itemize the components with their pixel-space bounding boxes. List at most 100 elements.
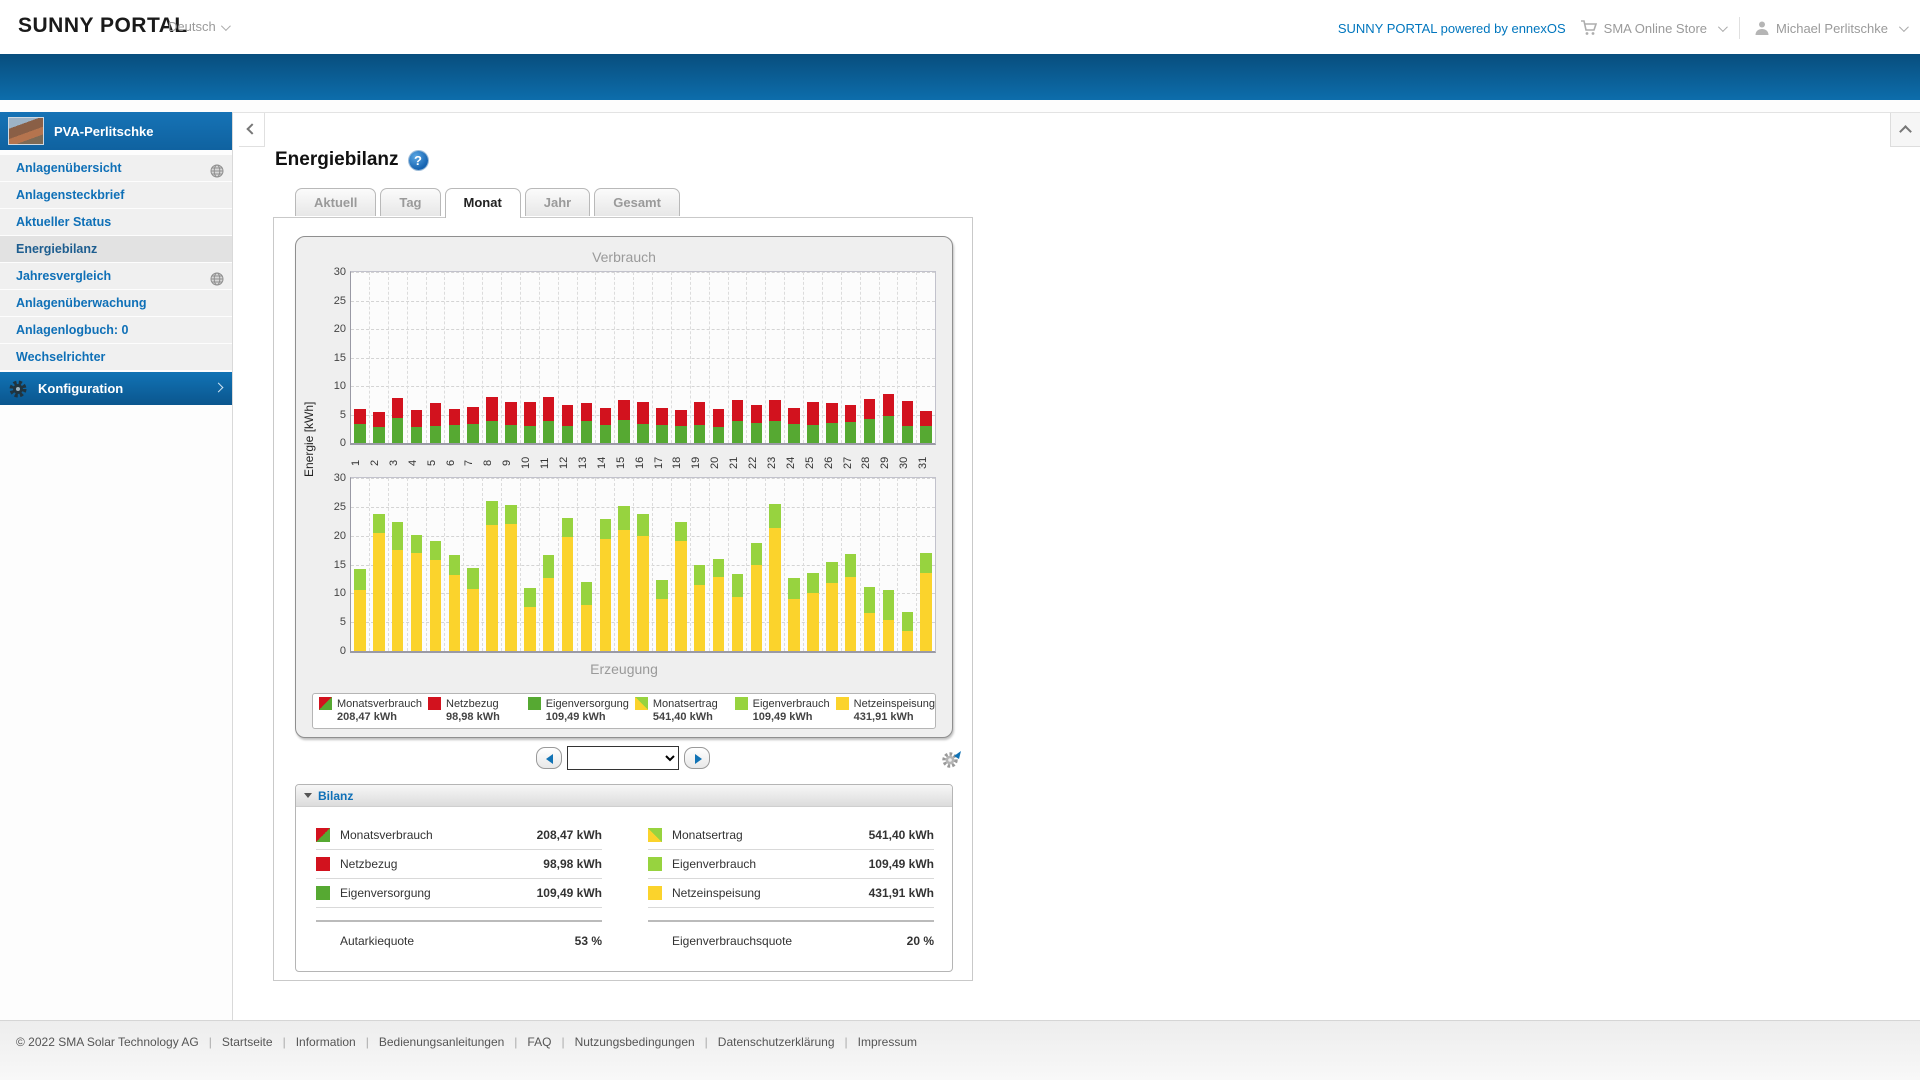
day-label: 26 <box>823 451 842 475</box>
sidebar-item-label: Anlagenlogbuch: 0 <box>16 323 129 337</box>
bar-segment-eigenverbrauch <box>354 569 365 590</box>
day-label: 27 <box>842 451 861 475</box>
help-icon[interactable]: ? <box>409 151 428 170</box>
day-column <box>369 478 388 651</box>
sidebar-item-anlagenlogbuch[interactable]: Anlagenlogbuch: 0 <box>0 317 232 343</box>
sidebar-item-label: Anlagenüberwachung <box>16 296 147 310</box>
day-column <box>463 478 482 651</box>
bilanz-header[interactable]: Bilanz <box>296 785 952 807</box>
divider: | <box>561 1035 564 1049</box>
day-column <box>577 478 596 651</box>
tab-monat[interactable]: Monat <box>445 188 521 218</box>
day-column <box>558 272 577 443</box>
day-column <box>388 272 407 443</box>
divider: | <box>366 1035 369 1049</box>
bilanz-swatch-green <box>316 886 330 900</box>
sidebar-item-konfiguration[interactable]: Konfiguration <box>0 372 232 405</box>
day-column <box>671 272 690 443</box>
bar-segment-eigenverbrauch <box>807 573 818 593</box>
bar-segment-eigenversorgung <box>524 426 535 443</box>
bar-segment-eigenversorgung <box>637 424 648 443</box>
plant-photo <box>8 117 44 145</box>
day-label: 14 <box>596 451 615 475</box>
bar-segment-netzbezug <box>486 397 497 420</box>
bar-segment-netzbezug <box>449 409 460 425</box>
prev-period-button[interactable] <box>536 747 562 769</box>
footer-link-startseite[interactable]: Startseite <box>222 1035 273 1049</box>
sidebar-item-jahresvergleich[interactable]: Jahresvergleich <box>0 263 232 289</box>
language-selector[interactable]: Deutsch <box>168 19 228 34</box>
footer-link-datenschutzerklrung[interactable]: Datenschutzerklärung <box>718 1035 835 1049</box>
bilanz-label: Eigenversorgung <box>340 886 527 900</box>
legend-swatch-green <box>528 697 541 710</box>
day-column <box>407 272 426 443</box>
tab-gesamt[interactable]: Gesamt <box>594 188 680 216</box>
chevron-down-icon <box>1718 22 1728 32</box>
bilanz-quote-label: Autarkiequote <box>340 934 565 948</box>
legend-swatch-split-red-green <box>319 697 332 710</box>
erzeugung-plot: 302520151050 <box>350 477 936 653</box>
plant-header[interactable]: PVA-Perlitschke <box>0 112 232 150</box>
tab-aktuell[interactable]: Aktuell <box>295 188 376 216</box>
footer-link-impressum[interactable]: Impressum <box>858 1035 917 1049</box>
day-label: 5 <box>426 451 445 475</box>
legend-item: Eigenverbrauch109,49 kWh <box>729 694 830 728</box>
bar-segment-eigenversorgung <box>902 426 913 443</box>
bar-segment-eigenverbrauch <box>486 501 497 526</box>
bar-segment-eigenverbrauch <box>392 522 403 550</box>
day-label: 25 <box>804 451 823 475</box>
sidebar-item-aktuellerstatus[interactable]: Aktueller Status <box>0 209 232 235</box>
sidebar-item-label: Anlagenübersicht <box>16 161 122 175</box>
bar-segment-netzeinspeisung <box>467 589 478 651</box>
sidebar-item-energiebilanz[interactable]: Energiebilanz <box>0 236 232 262</box>
tab-tag[interactable]: Tag <box>380 188 440 216</box>
powered-by-link[interactable]: SUNNY PORTAL powered by ennexOS <box>1338 21 1566 36</box>
chevron-down-icon <box>221 21 231 31</box>
tab-jahr[interactable]: Jahr <box>525 188 590 216</box>
bar-segment-netzbezug <box>430 403 441 426</box>
day-column <box>520 478 539 651</box>
footer-link-nutzungsbedingungen[interactable]: Nutzungsbedingungen <box>575 1035 695 1049</box>
bar-segment-netzbezug <box>826 403 837 423</box>
chart-settings-button[interactable] <box>940 748 962 770</box>
bilanz-value: 109,49 kWh <box>537 886 602 900</box>
day-column <box>841 272 860 443</box>
bar-segment-netzeinspeisung <box>694 585 705 651</box>
next-period-button[interactable] <box>684 747 710 769</box>
bilanz-swatch-split-red-green <box>316 828 330 842</box>
sidebar-item-anlagenbersicht[interactable]: Anlagenübersicht <box>0 155 232 181</box>
sidebar-item-anlagenberwachung[interactable]: Anlagenüberwachung <box>0 290 232 316</box>
legend-item-top: Netzeinspeisung <box>836 697 935 710</box>
day-column <box>803 478 822 651</box>
day-column <box>482 272 501 443</box>
user-menu[interactable]: Michael Perlitschke <box>1754 20 1906 36</box>
bar-segment-netzeinspeisung <box>864 613 875 651</box>
footer-link-information[interactable]: Information <box>296 1035 356 1049</box>
day-column <box>388 478 407 651</box>
footer-link-faq[interactable]: FAQ <box>527 1035 551 1049</box>
store-link[interactable]: SMA Online Store <box>1580 20 1725 36</box>
bilanz-swatch-red <box>316 857 330 871</box>
day-column <box>803 272 822 443</box>
footer-link-bedienungsanleitungen[interactable]: Bedienungsanleitungen <box>379 1035 504 1049</box>
sidebar-item-label: Energiebilanz <box>16 242 97 256</box>
bar-segment-eigenversorgung <box>618 420 629 443</box>
bar-segment-eigenversorgung <box>788 424 799 443</box>
bar-segment-eigenversorgung <box>675 426 686 443</box>
sidebar-item-anlagensteckbrief[interactable]: Anlagensteckbrief <box>0 182 232 208</box>
chart-legend: Monatsverbrauch208,47 kWhNetzbezug98,98 … <box>312 693 936 729</box>
bar-segment-netzbezug <box>751 405 762 423</box>
divider: | <box>514 1035 517 1049</box>
bar-segment-eigenverbrauch <box>751 543 762 565</box>
day-column <box>822 478 841 651</box>
legend-item-top: Monatsertrag <box>635 697 729 710</box>
sidebar-item-wechselrichter[interactable]: Wechselrichter <box>0 344 232 370</box>
legend-value: 109,49 kWh <box>546 711 629 723</box>
sidebar-item-label: Wechselrichter <box>16 350 105 364</box>
bar-segment-netzeinspeisung <box>411 553 422 651</box>
chart-title-verbrauch: Verbrauch <box>296 249 952 265</box>
legend-swatch-yellow <box>836 697 849 710</box>
collapse-sidebar-button[interactable] <box>239 113 265 147</box>
scroll-top-button[interactable] <box>1890 113 1920 147</box>
period-select[interactable] <box>567 746 679 770</box>
